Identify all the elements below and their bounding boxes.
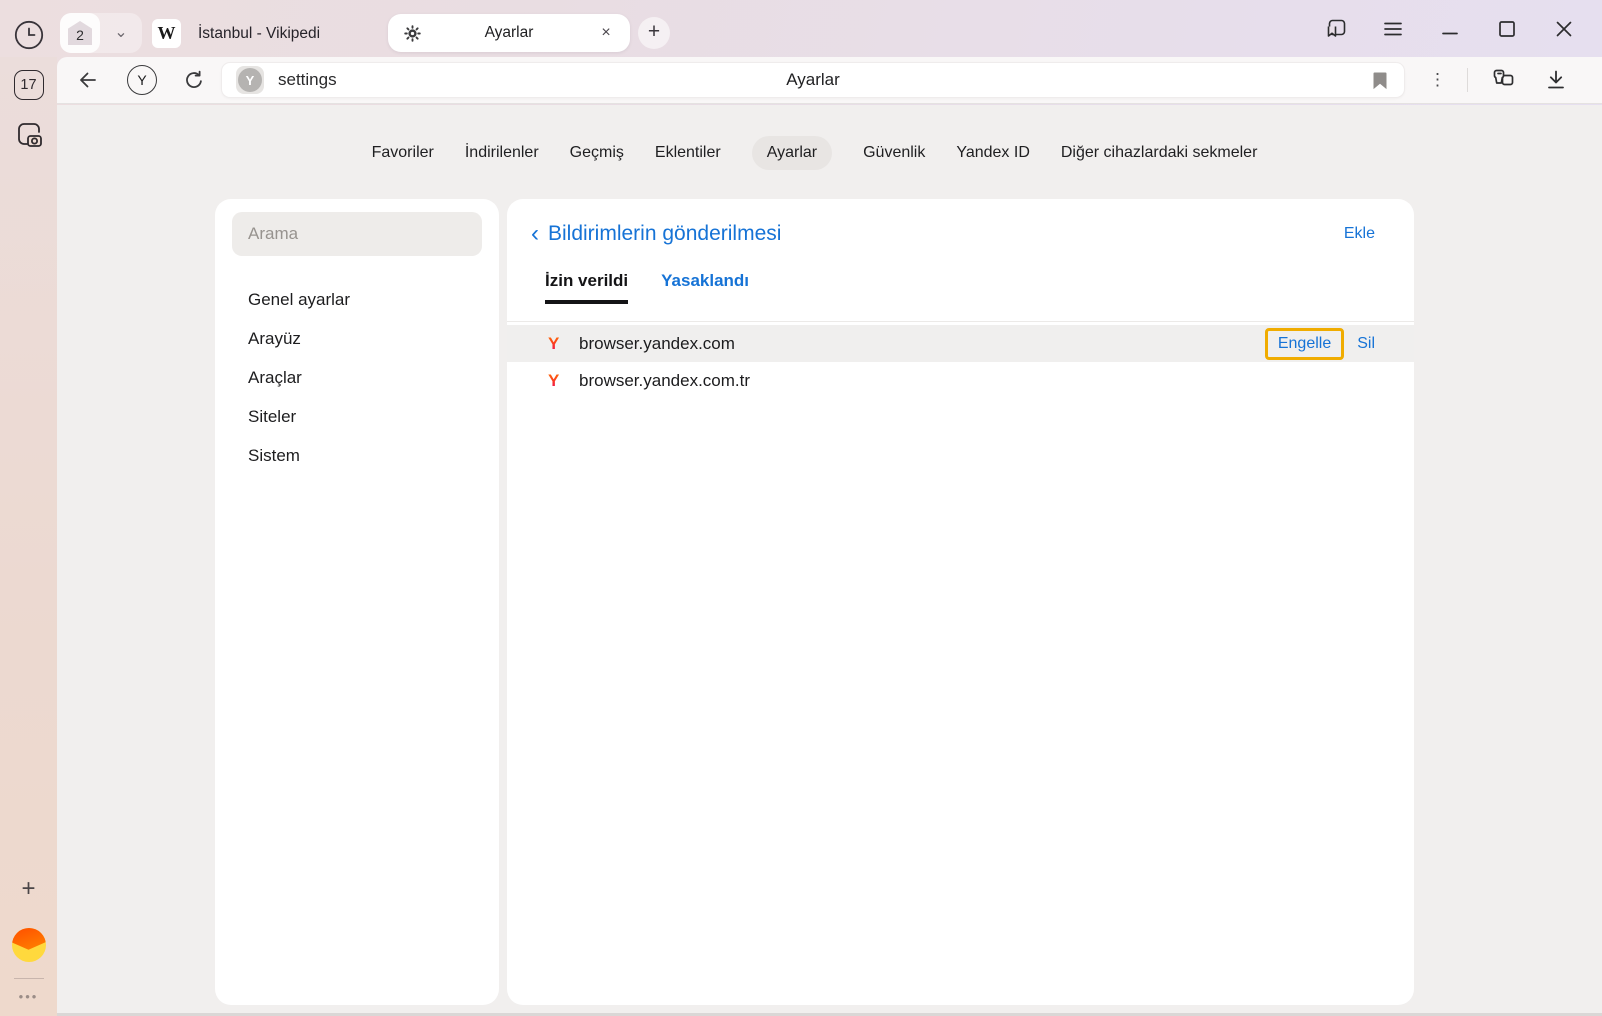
refresh-icon[interactable] xyxy=(182,68,206,92)
tab-yasaklandi[interactable]: Yasaklandı xyxy=(661,271,749,304)
minimize-icon[interactable] xyxy=(1438,17,1462,41)
tab-group-chip[interactable]: 2 ⌄ xyxy=(60,13,142,53)
block-button[interactable]: Engelle xyxy=(1265,328,1344,360)
maximize-icon[interactable] xyxy=(1495,17,1519,41)
more-options-icon[interactable]: ⋮ xyxy=(1429,70,1446,90)
cards-row: Genel ayarlar Arayüz Araçlar Siteler Sis… xyxy=(215,199,1414,1005)
browser-toolbar: Y Y settings Ayarlar ⋮ xyxy=(57,57,1602,104)
toolbar-divider xyxy=(1467,68,1468,92)
close-tab-icon[interactable]: × xyxy=(595,22,617,44)
screenshot-icon[interactable] xyxy=(12,119,46,153)
left-rail: 17 + ••• xyxy=(0,57,57,1016)
panel-header: ‹ Bildirimlerin gönderilmesi Ekle xyxy=(507,199,1414,246)
back-chevron-icon[interactable]: ‹ xyxy=(531,222,539,246)
yandex-favicon: Y xyxy=(548,371,566,391)
menu-item-siteler[interactable]: Siteler xyxy=(232,397,482,436)
notifications-panel: ‹ Bildirimlerin gönderilmesi Ekle İzin v… xyxy=(507,199,1414,1005)
nav-tab-indirilenler[interactable]: İndirilenler xyxy=(465,136,539,170)
passwords-icon[interactable] xyxy=(1489,67,1516,93)
more-apps-icon[interactable]: ••• xyxy=(19,989,39,1004)
nav-tab-favoriler[interactable]: Favoriler xyxy=(372,136,434,170)
chevron-down-icon[interactable]: ⌄ xyxy=(100,25,142,41)
tab-group-count: 2 xyxy=(68,21,92,45)
settings-menu: Genel ayarlar Arayüz Araçlar Siteler Sis… xyxy=(232,280,482,475)
add-panel-icon[interactable]: + xyxy=(21,877,35,901)
rail-divider xyxy=(14,978,44,979)
nav-tab-guvenlik[interactable]: Güvenlik xyxy=(863,136,925,170)
back-icon[interactable] xyxy=(76,68,100,92)
site-domain: browser.yandex.com.tr xyxy=(579,371,1375,391)
tab-istanbul-vikipedi[interactable]: İstanbul - Vikipedi xyxy=(198,25,320,43)
tab-settings[interactable]: Ayarlar × xyxy=(388,14,630,52)
yandex-home-icon[interactable]: Y xyxy=(127,65,157,95)
nav-tab-ayarlar[interactable]: Ayarlar xyxy=(752,136,832,170)
settings-page: Favoriler İndirilenler Geçmiş Eklentiler… xyxy=(57,105,1602,1016)
permission-tabs: İzin verildi Yasaklandı xyxy=(545,271,1414,304)
wikipedia-favicon[interactable]: W xyxy=(152,19,181,48)
nav-tab-diger-cihazlar[interactable]: Diğer cihazlardaki sekmeler xyxy=(1061,136,1258,170)
tab-settings-title: Ayarlar xyxy=(388,24,630,42)
site-domain: browser.yandex.com xyxy=(579,334,1265,354)
history-clock-icon[interactable] xyxy=(13,19,45,51)
yandex-favicon: Y xyxy=(548,334,566,354)
panel-title[interactable]: Bildirimlerin gönderilmesi xyxy=(548,222,1344,246)
site-list: Y browser.yandex.com Engelle Sil Y brows… xyxy=(507,321,1414,399)
menu-item-genel-ayarlar[interactable]: Genel ayarlar xyxy=(232,280,482,319)
menu-item-arayuz[interactable]: Arayüz xyxy=(232,319,482,358)
address-bar[interactable]: Y settings Ayarlar xyxy=(221,62,1405,98)
tab-counter-badge[interactable]: 17 xyxy=(14,70,44,100)
window-controls xyxy=(1324,0,1602,57)
tab-group-count-box[interactable]: 2 xyxy=(60,13,100,53)
menu-item-sistem[interactable]: Sistem xyxy=(232,436,482,475)
nav-tab-gecmis[interactable]: Geçmiş xyxy=(570,136,624,170)
nav-tab-yandex-id[interactable]: Yandex ID xyxy=(956,136,1030,170)
bookmark-icon[interactable] xyxy=(1370,70,1390,92)
new-tab-button[interactable]: + xyxy=(638,17,670,49)
tab-izin-verildi[interactable]: İzin verildi xyxy=(545,271,628,304)
settings-menu-card: Genel ayarlar Arayüz Araçlar Siteler Sis… xyxy=(215,199,499,1005)
nav-tab-eklentiler[interactable]: Eklentiler xyxy=(655,136,721,170)
site-row-browser-yandex-com[interactable]: Y browser.yandex.com Engelle Sil xyxy=(507,325,1414,362)
menu-icon[interactable] xyxy=(1381,17,1405,41)
yandex-mail-icon[interactable] xyxy=(12,928,46,962)
menu-item-araclar[interactable]: Araçlar xyxy=(232,358,482,397)
delete-button[interactable]: Sil xyxy=(1357,335,1375,353)
page-title: Ayarlar xyxy=(222,70,1404,90)
close-window-icon[interactable] xyxy=(1552,17,1576,41)
downloads-icon[interactable] xyxy=(1544,68,1568,92)
site-row-browser-yandex-com-tr[interactable]: Y browser.yandex.com.tr xyxy=(507,362,1414,399)
titlebar: 2 ⌄ W İstanbul - Vikipedi A xyxy=(0,0,1602,57)
settings-nav: Favoriler İndirilenler Geçmiş Eklentiler… xyxy=(215,134,1414,172)
add-link[interactable]: Ekle xyxy=(1344,225,1375,243)
search-input[interactable] xyxy=(232,212,482,256)
side-panel-bookmark-icon[interactable] xyxy=(1324,17,1348,41)
